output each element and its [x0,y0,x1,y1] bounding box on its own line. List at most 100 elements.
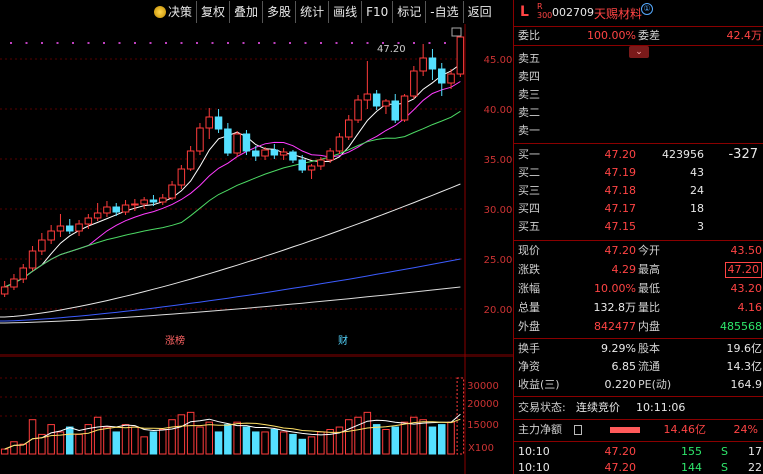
main-flow-row[interactable]: 主力净额 14.46亿 24% [514,421,763,439]
volume-bar-down[interactable] [372,424,381,455]
candle-up[interactable] [382,100,390,107]
volume-bar-up[interactable] [419,419,427,455]
toolbar-draw-button[interactable]: 画线 [329,1,363,23]
candle-up[interactable] [205,116,214,129]
candle-up[interactable] [47,230,55,241]
volume-bar-up[interactable] [168,419,176,455]
volume-bar-down[interactable] [428,426,437,455]
volume-bar-up[interactable] [279,431,288,455]
toolbar-back-button[interactable]: 返回 [464,1,496,23]
candle-up[interactable] [410,70,418,97]
volume-bar-up[interactable] [103,426,111,455]
candle-up[interactable] [307,165,316,171]
candle-up[interactable] [317,159,325,167]
candle-up[interactable] [261,149,269,157]
candle-down[interactable] [251,150,260,157]
toolbar-overlay-button[interactable]: 叠加 [230,1,264,23]
toolbar-multi-stock-button[interactable]: 多股 [263,1,297,23]
candle-up[interactable] [56,225,65,232]
candle-down[interactable] [289,151,297,161]
volume-chart[interactable]: 30000 20000 15000 X100 [0,356,513,474]
document-icon[interactable] [574,425,582,435]
candle-up[interactable] [10,278,18,288]
candle-up[interactable] [84,217,93,225]
volume-bar-up[interactable] [186,411,195,455]
volume-bar-up[interactable] [363,411,372,455]
candle-up[interactable] [186,150,195,170]
candle-down[interactable] [270,149,279,156]
candle-up[interactable] [344,119,353,138]
candle-down[interactable] [65,225,74,232]
window-restore-icon[interactable] [451,27,462,37]
toolbar-remove-watchlist-button[interactable]: -自选 [426,1,464,23]
candle-up[interactable] [233,133,241,154]
candle-up[interactable] [419,57,427,72]
candle-up[interactable] [0,286,9,295]
candle-down[interactable] [149,199,158,203]
volume-bar-down[interactable] [214,431,223,455]
bid-row[interactable]: 买一 47.20 423956 -327 [514,146,763,164]
volume-bar-up[interactable] [131,426,139,455]
volume-bar-up[interactable] [335,426,344,455]
candle-up[interactable] [447,73,455,84]
info-icon[interactable]: ① [641,3,653,15]
kline-chart[interactable]: 45.0040.0035.0030.0025.0020.00 47.20 涨榜 … [0,24,513,356]
volume-bar-up[interactable] [382,429,390,455]
volume-bar-up[interactable] [261,431,269,455]
volume-bar-up[interactable] [196,426,204,455]
candle-down[interactable] [391,100,400,121]
volume-bar-down[interactable] [251,431,260,455]
candle-up[interactable] [121,204,130,213]
volume-bar-down[interactable] [65,426,74,455]
candle-up[interactable] [456,36,465,75]
candle-up[interactable] [140,199,148,205]
candle-down[interactable] [428,57,437,70]
volume-bar-up[interactable] [447,421,455,455]
toolbar-stats-button[interactable]: 统计 [296,1,330,23]
volume-bar-down[interactable] [391,426,400,455]
volume-bar-down[interactable] [298,438,307,455]
volume-bar-up[interactable] [10,441,18,455]
volume-bar-down[interactable] [270,429,279,455]
volume-bar-down[interactable] [149,431,158,455]
candle-down[interactable] [242,133,251,152]
volume-bar-up[interactable] [93,416,102,455]
candle-up[interactable] [38,239,46,252]
volume-bar-up[interactable] [344,419,353,455]
candle-up[interactable] [400,95,409,121]
candle-up[interactable] [131,203,139,206]
toolbar-decision-button[interactable]: 决策 [150,1,198,23]
toolbar-adjust-button[interactable]: 复权 [197,1,231,23]
volume-bar-up[interactable] [19,443,28,455]
bid-row[interactable]: 买二 47.19 43 [514,164,763,182]
candle-up[interactable] [326,150,334,161]
volume-bar-down[interactable] [224,424,232,455]
bid-row[interactable]: 买四 47.17 18 [514,200,763,218]
volume-bar-up[interactable] [121,424,130,455]
candle-up[interactable] [335,136,344,152]
bid-row[interactable]: 买五 47.15 3 [514,218,763,236]
volume-bar-down[interactable] [242,426,251,455]
candle-up[interactable] [279,151,288,156]
candle-up[interactable] [168,184,176,199]
candle-down[interactable] [437,68,446,84]
volume-bar-up[interactable] [400,421,409,455]
volume-bar-up[interactable] [47,424,55,455]
candle-up[interactable] [354,99,362,121]
candle-up[interactable] [19,267,28,280]
candle-up[interactable] [196,127,204,152]
volume-bar-up[interactable] [75,433,83,455]
volume-bar-up[interactable] [205,421,214,455]
toolbar-mark-button[interactable]: 标记 [393,1,427,23]
volume-bar-up[interactable] [354,416,362,455]
candle-down[interactable] [298,159,307,171]
bid-row[interactable]: 买三 47.18 24 [514,182,763,200]
candle-up[interactable] [103,206,111,214]
volume-bar-down[interactable] [437,424,446,455]
volume-bar-down[interactable] [289,433,297,455]
candle-up[interactable] [75,223,83,232]
volume-bar-down[interactable] [112,431,121,455]
candle-up[interactable] [93,212,102,219]
volume-bar-up[interactable] [326,429,334,455]
volume-bar-up[interactable] [28,419,37,455]
